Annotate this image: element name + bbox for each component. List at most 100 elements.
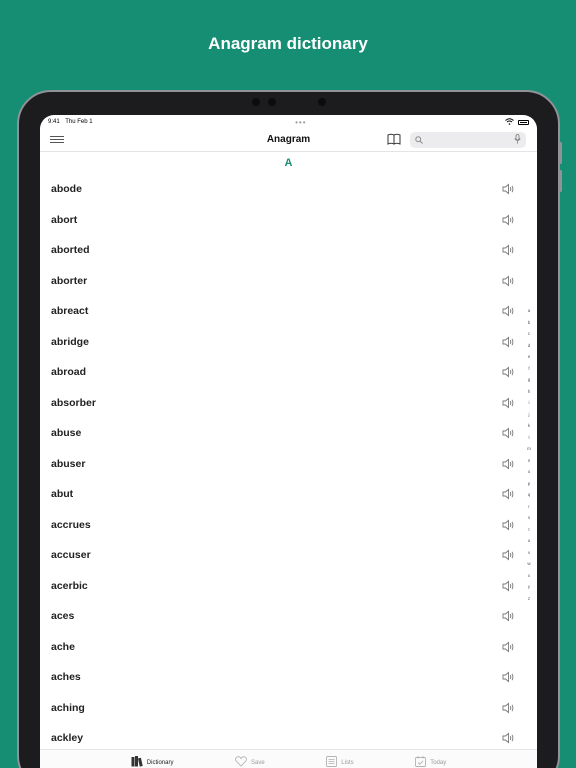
index-letter[interactable]: t (525, 524, 533, 536)
word-list: abode abort aborted aborter abreact abridge ab… (40, 174, 537, 754)
index-letter[interactable]: a (525, 305, 533, 317)
list-item[interactable]: abreact (40, 296, 537, 327)
index-letter[interactable]: i (525, 397, 533, 409)
speaker-icon[interactable] (502, 732, 515, 744)
index-letter[interactable]: k (525, 420, 533, 432)
nav-bar: Anagram (40, 129, 537, 152)
speaker-icon[interactable] (502, 366, 515, 378)
index-letter[interactable]: d (525, 340, 533, 352)
book-icon[interactable] (387, 133, 401, 148)
list-item[interactable]: ache (40, 632, 537, 663)
tab-label: Lists (341, 759, 354, 766)
speaker-icon[interactable] (502, 580, 515, 592)
microphone-icon[interactable] (514, 133, 521, 147)
wifi-icon (505, 117, 514, 127)
camera-icon (252, 98, 260, 106)
word-label: aches (51, 671, 81, 684)
index-letter[interactable]: l (525, 432, 533, 444)
speaker-icon[interactable] (502, 336, 515, 348)
speaker-icon[interactable] (502, 458, 515, 470)
alphabet-index[interactable]: abcdefghijklmnopqrstuvwxyz (525, 305, 533, 604)
device-side-button (559, 142, 562, 164)
index-letter[interactable]: c (525, 328, 533, 340)
tab-save[interactable]: Save (235, 755, 265, 768)
list-item[interactable]: aborter (40, 266, 537, 297)
list-item[interactable]: abridge (40, 327, 537, 358)
index-letter[interactable]: r (525, 501, 533, 513)
word-label: aces (51, 610, 75, 623)
speaker-icon[interactable] (502, 214, 515, 226)
search-icon (415, 131, 423, 149)
tab-label: Dictionary (146, 759, 174, 766)
list-item[interactable]: aching (40, 693, 537, 724)
speaker-icon[interactable] (502, 610, 515, 622)
speaker-icon[interactable] (502, 427, 515, 439)
search-input[interactable] (426, 135, 514, 145)
heart-icon (235, 755, 247, 768)
index-letter[interactable]: u (525, 535, 533, 547)
index-letter[interactable]: f (525, 363, 533, 375)
index-letter[interactable]: x (525, 570, 533, 582)
tab-lists[interactable]: Lists (326, 755, 354, 768)
index-letter[interactable]: s (525, 512, 533, 524)
list-item[interactable]: abode (40, 174, 537, 205)
speaker-icon[interactable] (502, 702, 515, 714)
speaker-icon[interactable] (502, 183, 515, 195)
speaker-icon[interactable] (502, 549, 515, 561)
tab-bar: Dictionary Save Lists Today (40, 749, 537, 768)
index-letter[interactable]: e (525, 351, 533, 363)
speaker-icon[interactable] (502, 305, 515, 317)
index-letter[interactable]: h (525, 386, 533, 398)
ipad-frame: 9:41 Thu Feb 1 ••• Anagram A abode abort… (17, 90, 562, 768)
status-right (505, 117, 529, 127)
promo-title: Anagram dictionary (208, 34, 368, 53)
speaker-icon[interactable] (502, 488, 515, 500)
index-letter[interactable]: m (525, 443, 533, 455)
index-letter[interactable]: q (525, 489, 533, 501)
list-item[interactable]: abroad (40, 357, 537, 388)
index-letter[interactable]: y (525, 581, 533, 593)
speaker-icon[interactable] (502, 275, 515, 287)
word-label: abreact (51, 305, 89, 318)
list-item[interactable]: accrues (40, 510, 537, 541)
word-label: ache (51, 640, 75, 653)
index-letter[interactable]: g (525, 374, 533, 386)
status-left: 9:41 Thu Feb 1 (48, 119, 97, 125)
status-date: Thu Feb 1 (65, 119, 93, 125)
list-item[interactable]: accuser (40, 540, 537, 571)
speaker-icon[interactable] (502, 397, 515, 409)
list-item[interactable]: abut (40, 479, 537, 510)
section-header: A (284, 157, 293, 169)
books-icon (131, 755, 143, 768)
list-item[interactable]: aces (40, 601, 537, 632)
index-letter[interactable]: v (525, 547, 533, 559)
list-item[interactable]: aborted (40, 235, 537, 266)
speaker-icon[interactable] (502, 671, 515, 683)
list-item[interactable]: absorber (40, 388, 537, 419)
tab-today[interactable]: Today (415, 755, 446, 768)
word-label: abode (51, 183, 82, 196)
list-item[interactable]: acerbic (40, 571, 537, 602)
device-side-button (559, 170, 562, 192)
tab-dictionary[interactable]: Dictionary (131, 755, 174, 768)
index-letter[interactable]: p (525, 478, 533, 490)
index-letter[interactable]: b (525, 317, 533, 329)
index-letter[interactable]: j (525, 409, 533, 421)
index-letter[interactable]: w (525, 558, 533, 570)
speaker-icon[interactable] (502, 244, 515, 256)
index-letter[interactable]: z (525, 593, 533, 605)
tab-label: Save (251, 759, 265, 766)
list-item[interactable]: abuser (40, 449, 537, 480)
list-item[interactable]: aches (40, 662, 537, 693)
app-screen: 9:41 Thu Feb 1 ••• Anagram A abode abort… (40, 115, 537, 768)
list-item[interactable]: abuse (40, 418, 537, 449)
list-item[interactable]: abort (40, 205, 537, 236)
word-label: accrues (51, 518, 91, 531)
word-label: acerbic (51, 579, 88, 592)
index-letter[interactable]: o (525, 466, 533, 478)
search-bar[interactable] (410, 132, 526, 148)
index-letter[interactable]: n (525, 455, 533, 467)
speaker-icon[interactable] (502, 519, 515, 531)
speaker-icon[interactable] (502, 641, 515, 653)
multitask-dots[interactable]: ••• (295, 118, 306, 127)
